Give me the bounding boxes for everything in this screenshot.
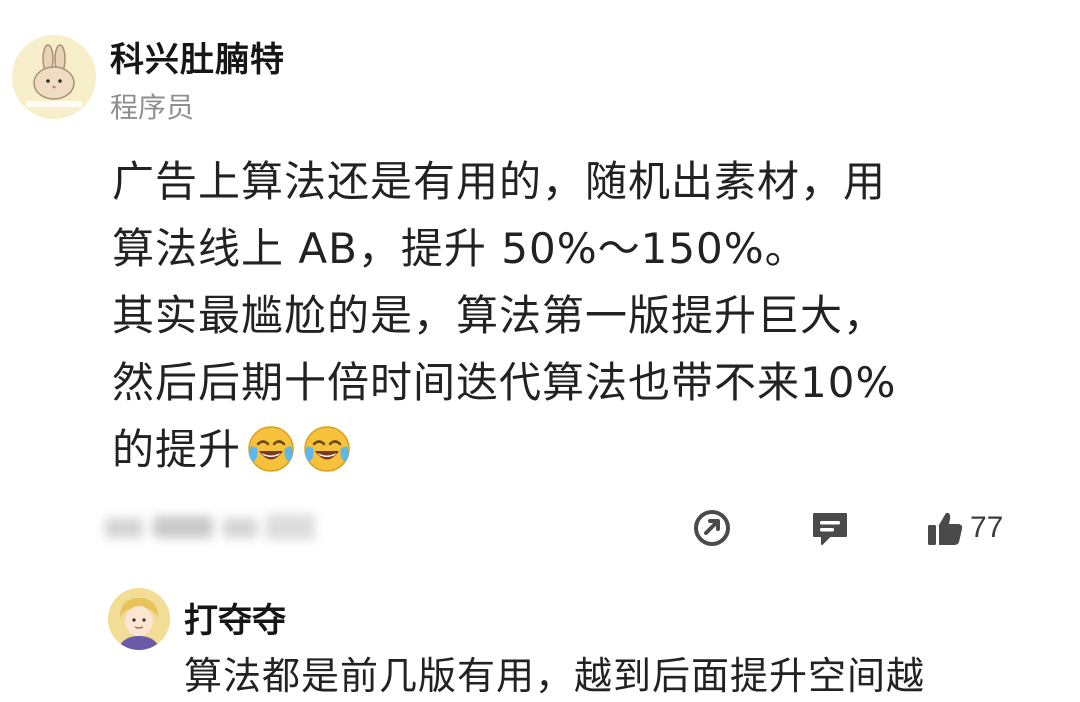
thumbs-up-icon: [928, 512, 963, 545]
author-title: 程序员: [110, 91, 195, 124]
person-avatar-icon: [108, 588, 170, 650]
tears-of-joy-emoji-icon: [301, 422, 353, 474]
reply-author-name[interactable]: 打夺夺: [184, 598, 286, 644]
author-avatar[interactable]: [12, 35, 96, 119]
post-content: 广告上算法还是有用的，随机出素材，用 算法线上 AB，提升 50%～150%。 …: [112, 148, 992, 483]
reply-author-avatar[interactable]: [108, 588, 170, 650]
post-content-line-last: 的提升: [112, 416, 992, 483]
post-card: 科兴肚腩特 程序员 广告上算法还是有用的，随机出素材，用 算法线上 AB，提升 …: [0, 0, 1080, 565]
post-content-line: 然后后期十倍时间迭代算法也带不来10%: [112, 358, 897, 407]
author-name[interactable]: 科兴肚腩特: [110, 36, 285, 84]
post-content-line: 广告上算法还是有用的，随机出素材，用: [112, 157, 887, 206]
comment-button[interactable]: [808, 500, 852, 556]
share-icon: [694, 510, 730, 546]
comment-icon: [813, 513, 847, 545]
rabbit-avatar-icon: [12, 35, 96, 119]
post-content-line: 算法线上 AB，提升 50%～150%。: [112, 224, 808, 273]
blurred-metadata: [105, 500, 320, 552]
like-button[interactable]: 77: [924, 500, 1003, 556]
post-content-line: 其实最尴尬的是，算法第一版提升巨大，: [112, 291, 887, 340]
reply-content: 算法都是前几版有用，越到后面提升空间越: [184, 654, 926, 698]
post-content-line: 的提升: [112, 425, 242, 474]
share-button[interactable]: [690, 500, 734, 556]
like-count: 77: [970, 511, 1004, 544]
tears-of-joy-emoji-icon: [245, 422, 297, 474]
